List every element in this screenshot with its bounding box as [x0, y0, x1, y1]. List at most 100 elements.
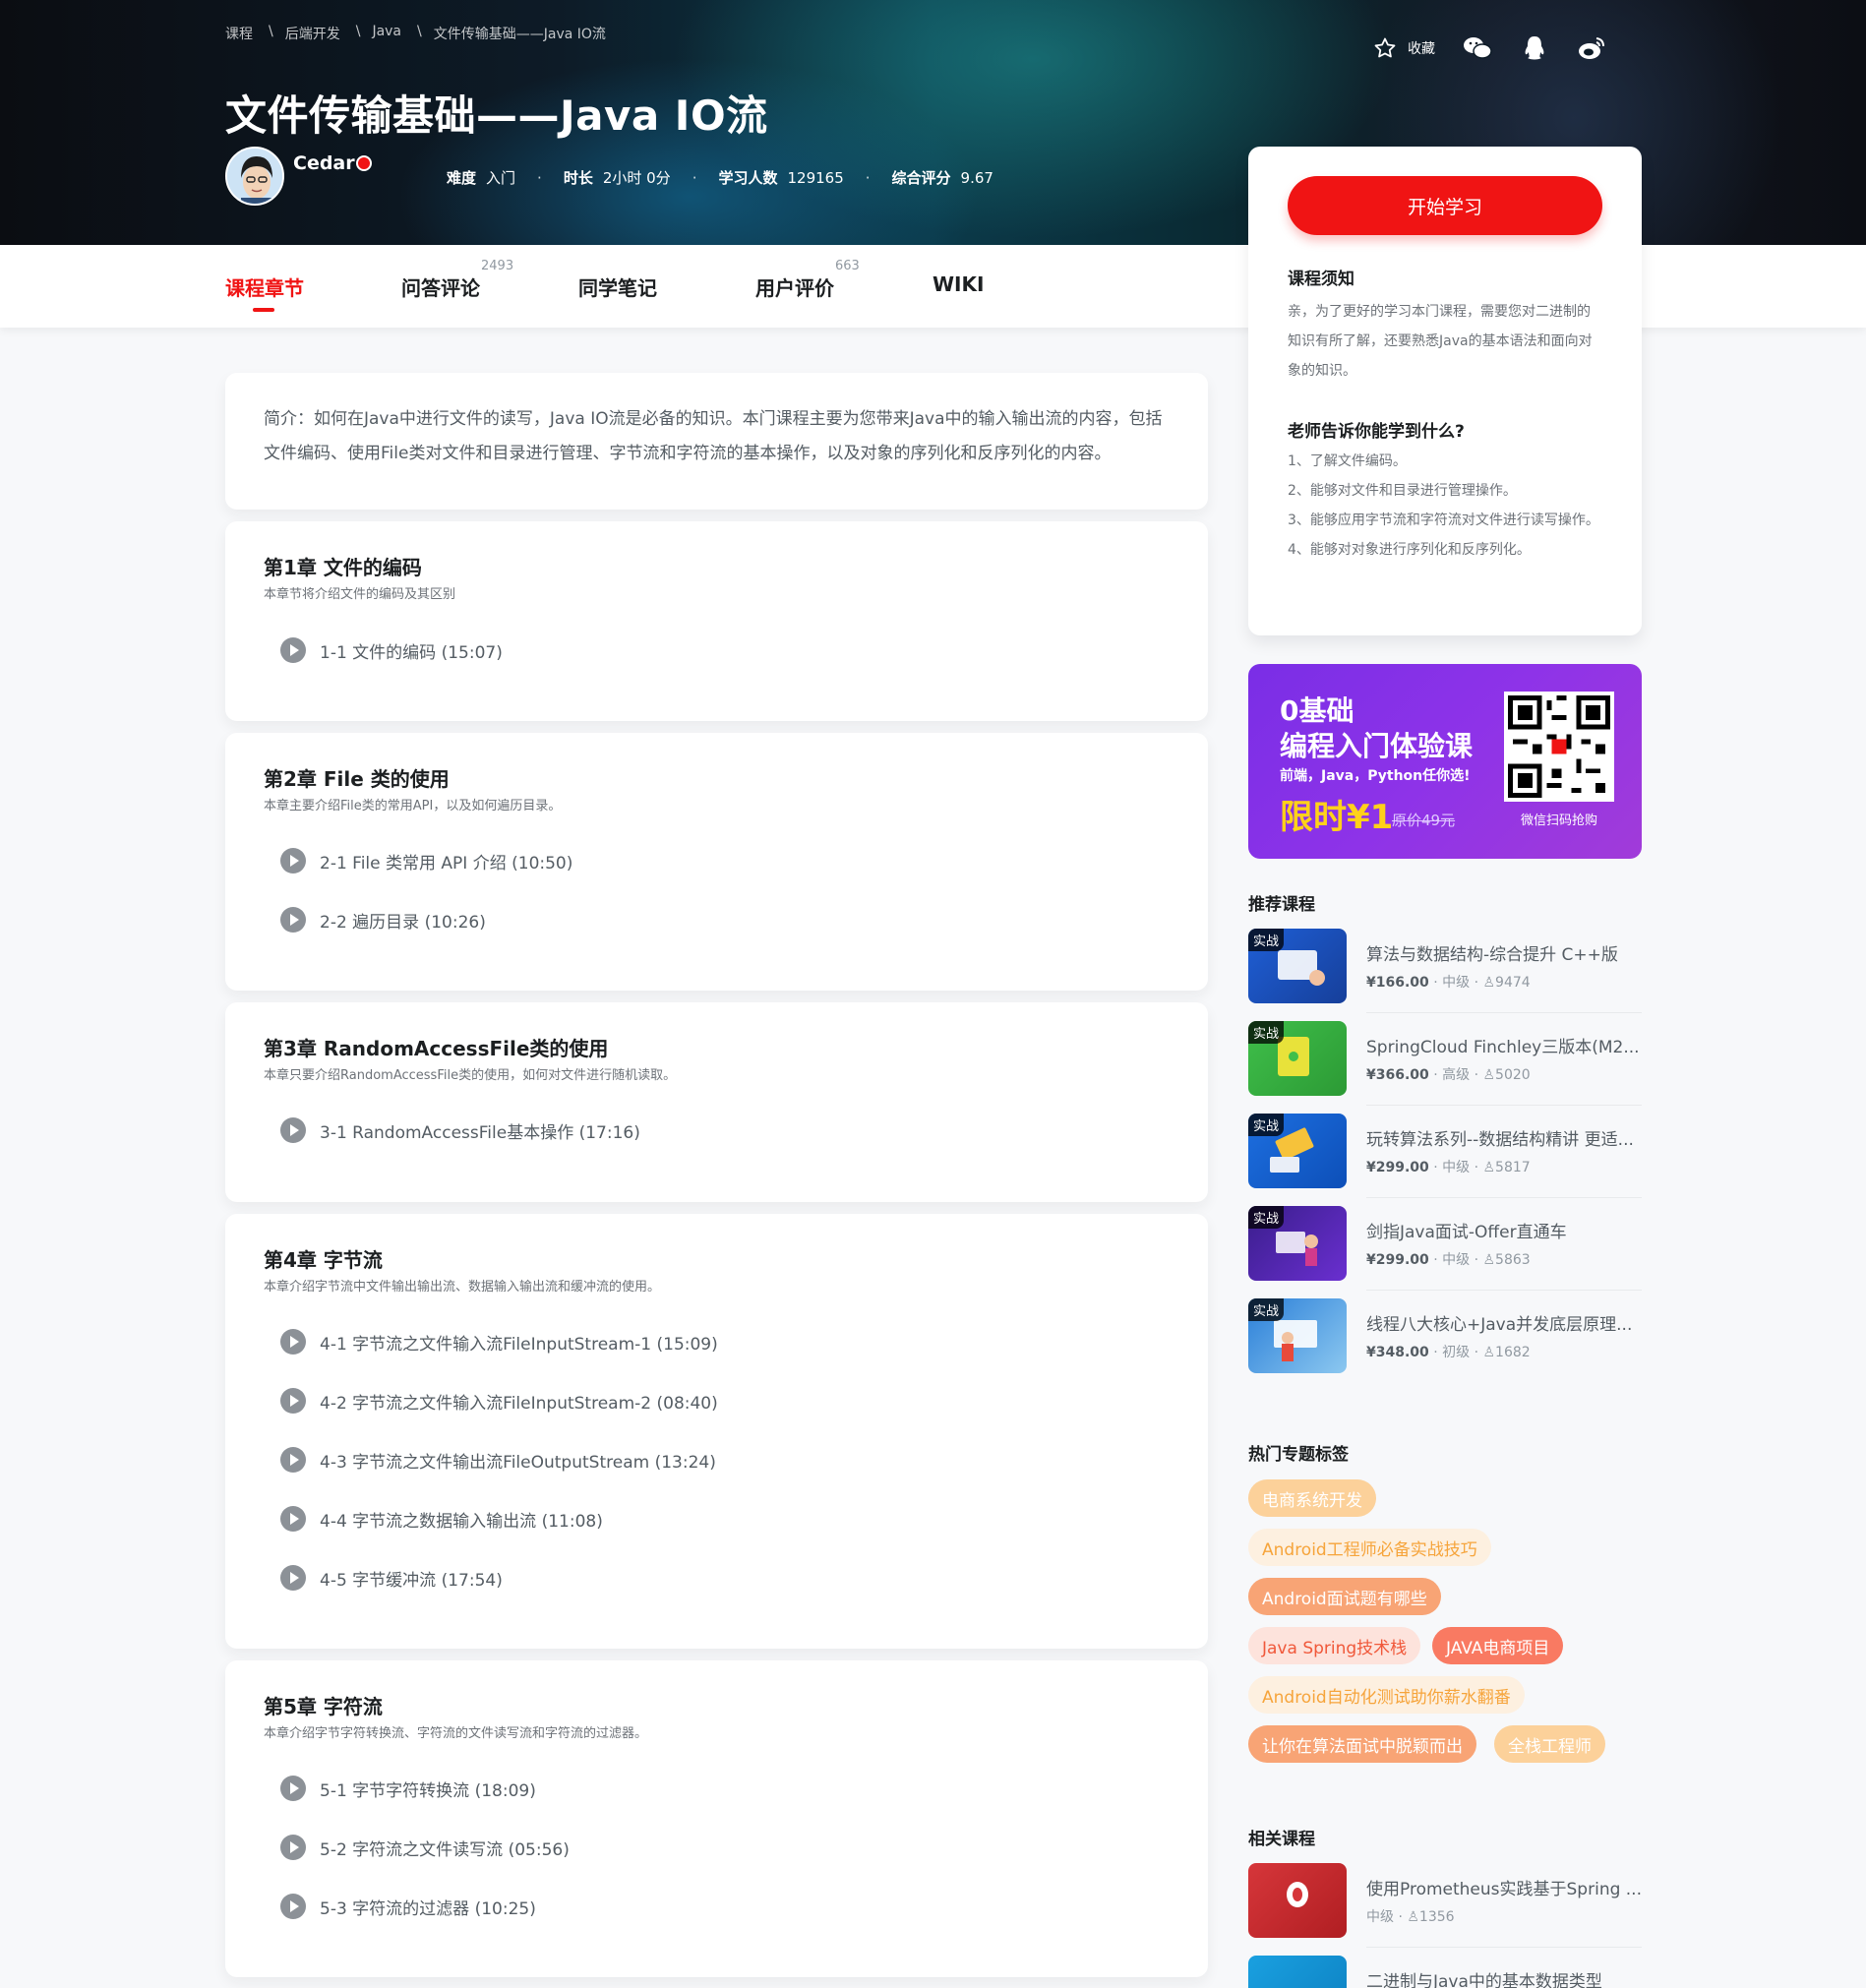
course-intro: 简介：如何在Java中进行文件的读写，Java IO流是必备的知识。本门课程主要… [264, 409, 1163, 463]
learn-item: 3、能够应用字节流和字符流对文件进行读写操作。 [1288, 512, 1599, 528]
topic-tag[interactable]: 电商系统开发 [1248, 1479, 1376, 1517]
breadcrumb-item-courses[interactable]: 课程 [225, 24, 253, 43]
lesson-title: 5-3 字符流的过滤器 (10:25) [320, 1898, 536, 1919]
chapter-title: 第5章 字符流 [264, 1695, 383, 1718]
topic-tag[interactable]: 让你在算法面试中脱颖而出 [1248, 1725, 1476, 1763]
recommend-course-item[interactable]: 实战 SpringCloud Finchley三版本(M2... ¥366.00… [1248, 1021, 1642, 1106]
play-icon [280, 1835, 306, 1860]
lesson-title: 5-2 字符流之文件读写流 (05:56) [320, 1839, 570, 1860]
learn-item: 1、了解文件编码。 [1288, 453, 1407, 469]
chapter-desc: 本章介绍字节字符转换流、字符流的文件读写流和字符流的过滤器。 [264, 1726, 648, 1741]
recommend-course-item[interactable]: 实战 线程八大核心+Java并发底层原理... ¥348.00 · 初级 · ♙… [1248, 1298, 1642, 1377]
lesson-item[interactable]: 4-4 字节流之数据输入输出流 (11:08) [280, 1506, 603, 1532]
course-tag: 实战 [1248, 1298, 1285, 1321]
notice-text: 亲，为了更好的学习本门课程，需要您对二进制的知识有所了解，还要熟悉Java的基本… [1288, 304, 1593, 379]
related-course-item[interactable]: 二进制与Java中的基本数据类型 [1248, 1956, 1642, 1988]
topic-tag[interactable]: Android面试题有哪些 [1248, 1578, 1441, 1615]
recommend-course-item[interactable]: 实战 玩转算法系列--数据结构精讲 更适... ¥299.00 · 中级 · ♙… [1248, 1114, 1642, 1198]
recommend-course-item[interactable]: 实战 算法与数据结构-综合提升 C++版 ¥166.00 · 中级 · ♙947… [1248, 929, 1642, 1013]
play-icon [280, 1329, 306, 1355]
lesson-title: 2-2 遍历目录 (10:26) [320, 912, 486, 933]
lesson-item[interactable]: 2-2 遍历目录 (10:26) [280, 907, 486, 933]
chapter-card: 第4章 字节流 本章介绍字节流中文件输出输出流、数据输入输出流和缓冲流的使用。 … [225, 1214, 1208, 1649]
lesson-item[interactable]: 5-1 字节字符转换流 (18:09) [280, 1776, 536, 1801]
favorite-label: 收藏 [1408, 41, 1435, 57]
teacher-name[interactable]: Cedar [293, 152, 355, 174]
meta-difficulty-label: 难度 [447, 169, 477, 187]
course-name: 算法与数据结构-综合提升 C++版 [1366, 945, 1618, 965]
meta-rating-value: 9.67 [960, 168, 993, 187]
chapter-title: 第3章 RandomAccessFile类的使用 [264, 1037, 609, 1060]
play-icon [280, 1506, 306, 1532]
teacher-avatar[interactable] [225, 147, 284, 206]
promo-line3: 前端，Java，Python任你选! [1280, 768, 1471, 784]
topic-tag[interactable]: JAVA电商项目 [1432, 1627, 1564, 1664]
topic-tag[interactable]: Android工程师必备实战技巧 [1248, 1529, 1491, 1566]
learn-title: 老师告诉你能学到什么? [1288, 422, 1465, 442]
meta-duration-label: 时长 [563, 169, 593, 187]
avatar-illustration [227, 149, 282, 204]
topic-tag[interactable]: Android自动化测试助你薪水翻番 [1248, 1676, 1525, 1714]
promo-original-price: 原价49元 [1392, 812, 1456, 829]
chapter-card: 第3章 RandomAccessFile类的使用 本章只要介绍RandomAcc… [225, 1002, 1208, 1202]
lesson-item[interactable]: 4-1 字节流之文件输入流FileInputStream-1 (15:09) [280, 1329, 718, 1355]
meta-dot: · [537, 168, 542, 187]
tab-notes[interactable]: 同学笔记 [578, 272, 657, 301]
breadcrumb-separator: \ [269, 24, 273, 39]
tab-qa[interactable]: 问答评论 [401, 272, 480, 301]
lesson-item[interactable]: 5-2 字符流之文件读写流 (05:56) [280, 1835, 570, 1860]
divider [1366, 1197, 1642, 1198]
lesson-item[interactable]: 4-2 字节流之文件输入流FileInputStream-2 (08:40) [280, 1388, 718, 1414]
active-tab-indicator [253, 308, 274, 312]
hot-tags-title: 热门专题标签 [1248, 1445, 1349, 1465]
learn-item: 2、能够对文件和目录进行管理操作。 [1288, 483, 1517, 499]
tab-wiki[interactable]: WIKI [933, 272, 984, 296]
course-name: 剑指Java面试-Offer直通车 [1366, 1223, 1567, 1242]
star-icon [1370, 33, 1400, 63]
breadcrumb-item-backend[interactable]: 后端开发 [285, 24, 340, 43]
related-course-item[interactable]: 使用Prometheus实践基于Spring ... 中级 · ♙1356 [1248, 1863, 1642, 1948]
divider [1366, 1947, 1642, 1948]
lesson-item[interactable]: 4-3 字节流之文件输出流FileOutputStream (13:24) [280, 1447, 716, 1473]
breadcrumb-separator: \ [417, 24, 422, 39]
start-learning-button[interactable]: 开始学习 [1288, 176, 1602, 235]
course-tag: 实战 [1248, 1021, 1285, 1044]
breadcrumb-item-java[interactable]: Java [372, 24, 401, 43]
chapter-desc: 本章主要介绍File类的常用API，以及如何遍历目录。 [264, 799, 562, 813]
course-tag: 实战 [1248, 1206, 1285, 1229]
lesson-title: 2-1 File 类常用 API 介绍 (10:50) [320, 853, 573, 874]
meta-dot: · [865, 168, 871, 187]
learn-item: 4、能够对对象进行序列化和反序列化。 [1288, 542, 1531, 558]
lesson-item[interactable]: 3-1 RandomAccessFile基本操作 (17:16) [280, 1117, 640, 1143]
lesson-item[interactable]: 5-3 字符流的过滤器 (10:25) [280, 1894, 536, 1919]
promo-banner[interactable]: 0基础 编程入门体验课 前端，Java，Python任你选! 限时¥1 原价49… [1248, 664, 1642, 859]
meta-students-value: 129165 [787, 168, 844, 187]
lesson-item[interactable]: 2-1 File 类常用 API 介绍 (10:50) [280, 848, 572, 874]
topic-tag[interactable]: Java Spring技术栈 [1248, 1627, 1421, 1664]
wechat-icon[interactable] [1463, 33, 1492, 63]
promo-line2: 编程入门体验课 [1280, 730, 1474, 762]
promo-line1: 0基础 [1280, 694, 1354, 727]
lesson-title: 4-4 字节流之数据输入输出流 (11:08) [320, 1511, 603, 1532]
qq-icon[interactable] [1520, 33, 1549, 63]
meta-rating-label: 综合评分 [891, 169, 951, 187]
chapter-card: 第1章 文件的编码 本章节将介绍文件的编码及其区别 1-1 文件的编码 (15:… [225, 521, 1208, 721]
tab-chapters[interactable]: 课程章节 [225, 272, 304, 301]
topic-tag[interactable]: 全栈工程师 [1494, 1725, 1605, 1763]
recommend-course-item[interactable]: 实战 剑指Java面试-Offer直通车 ¥299.00 · 中级 · ♙586… [1248, 1206, 1642, 1291]
play-icon [280, 848, 306, 874]
play-icon [280, 907, 306, 933]
lesson-title: 5-1 字节字符转换流 (18:09) [320, 1780, 536, 1801]
chapter-title: 第2章 File 类的使用 [264, 767, 450, 791]
lesson-item[interactable]: 4-5 字节缓冲流 (17:54) [280, 1565, 503, 1591]
learn-list: 1、了解文件编码。 2、能够对文件和目录进行管理操作。 3、能够应用字节流和字符… [1288, 447, 1602, 565]
lesson-title: 4-3 字节流之文件输出流FileOutputStream (13:24) [320, 1452, 716, 1473]
chapter-desc: 本章只要介绍RandomAccessFile类的使用，如何对文件进行随机读取。 [264, 1068, 677, 1083]
favorite-button[interactable]: 收藏 [1370, 33, 1435, 63]
lesson-item[interactable]: 1-1 文件的编码 (15:07) [280, 637, 503, 663]
course-thumbnail [1248, 1863, 1347, 1938]
tab-reviews[interactable]: 用户评价 [755, 272, 834, 301]
weibo-icon[interactable] [1577, 33, 1606, 63]
divider [1366, 1105, 1642, 1106]
lesson-title: 4-2 字节流之文件输入流FileInputStream-2 (08:40) [320, 1393, 718, 1414]
